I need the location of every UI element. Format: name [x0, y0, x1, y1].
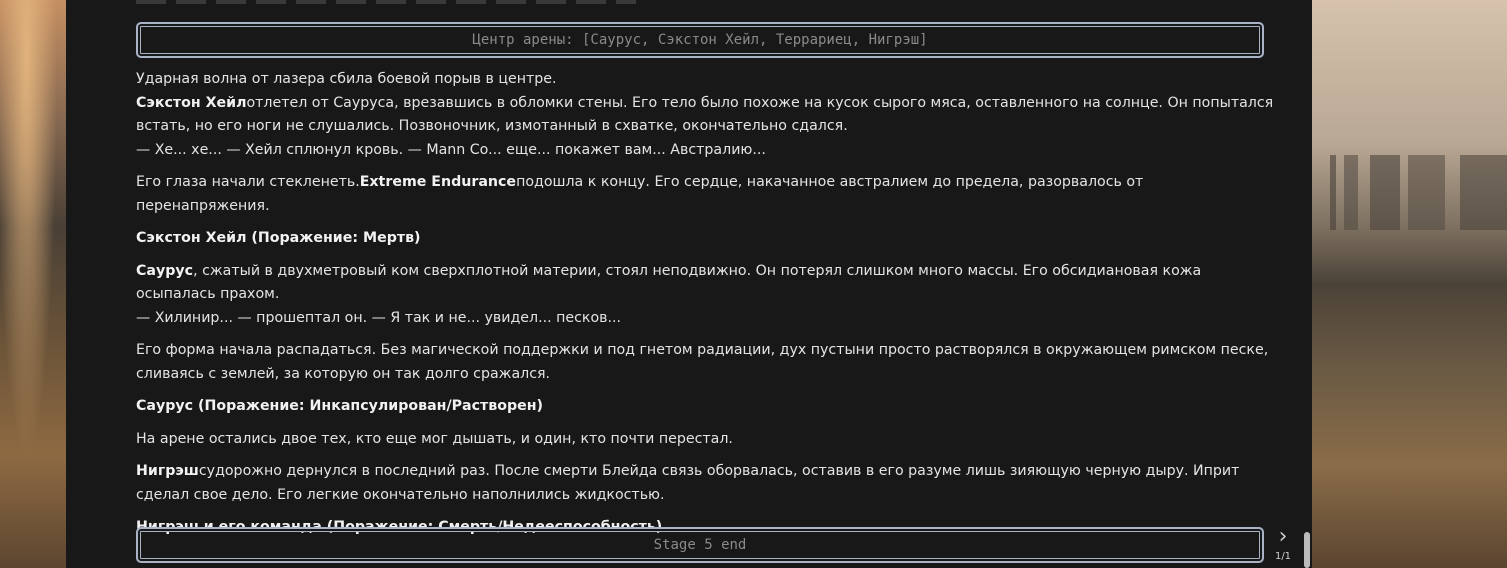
story-text: Ударная волна от лазера сбила боевой пор…	[136, 68, 1276, 549]
arena-center-text: Центр арены: [Саурус, Сэкстон Хейл, Терр…	[472, 32, 928, 48]
message-panel: Центр арены: [Саурус, Сэкстон Хейл, Терр…	[66, 0, 1312, 568]
character-name: Сэкстон Хейл	[136, 94, 247, 111]
stage-end-box: Stage 5 end	[136, 527, 1264, 563]
paragraph-7: На арене остались двое тех, кто еще мог …	[136, 430, 733, 447]
background-ruins	[1330, 155, 1507, 230]
clipped-text-line	[136, 0, 636, 4]
defeat-status: Саурус (Поражение: Инкапсулирован/Раство…	[136, 398, 544, 414]
paragraph-4: Саурус, сжатый в двухметровый ком сверхп…	[136, 262, 1202, 326]
chevron-right-icon: ›	[1278, 523, 1288, 549]
defeat-status: Сэкстон Хейл (Поражение: Мертв)	[136, 230, 421, 246]
character-name: Нигрэш	[136, 463, 199, 479]
arena-center-box: Центр арены: [Саурус, Сэкстон Хейл, Терр…	[136, 22, 1264, 58]
swipe-counter: 1/1	[1274, 551, 1292, 562]
paragraph-8: Нигрэшсудорожно дернулся в последний раз…	[136, 463, 1240, 503]
paragraph-3: Сэкстон Хейл (Поражение: Мертв)	[136, 227, 1276, 251]
paragraph-1: Ударная волна от лазера сбила боевой пор…	[136, 71, 1274, 158]
paragraph-2: Его глаза начали стекленеть.Extreme Endu…	[136, 174, 1144, 214]
background-left	[0, 0, 66, 568]
ability-name: Extreme Endurance	[359, 174, 517, 190]
character-name: Саурус	[136, 262, 194, 279]
next-swipe-button[interactable]: ›	[1272, 523, 1294, 549]
paragraph-5: Его форма начала распадаться. Без магиче…	[136, 342, 1269, 382]
stage-end-text: Stage 5 end	[653, 537, 747, 553]
scrollbar-thumb[interactable]	[1304, 532, 1310, 568]
paragraph-6: Саурус (Поражение: Инкапсулирован/Раство…	[136, 395, 1276, 419]
background-right	[1312, 0, 1507, 568]
